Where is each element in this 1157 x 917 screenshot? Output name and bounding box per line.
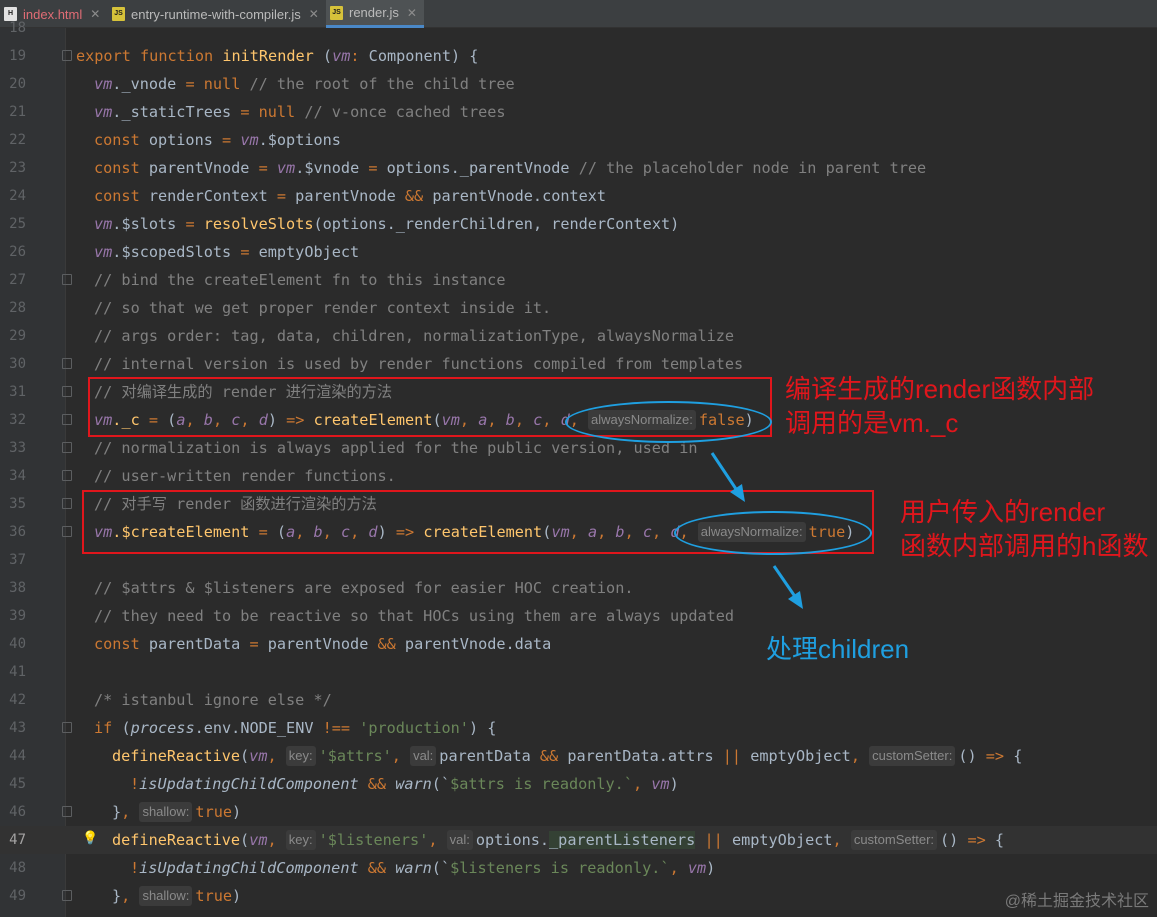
watermark: @稀土掘金技术社区 [1004, 893, 1149, 910]
arrow-line-2 [772, 565, 798, 599]
annotation-line: 编译生成的render函数内部 [785, 374, 1095, 404]
arrow-head-1 [730, 484, 745, 502]
annotation-arrows [710, 452, 803, 609]
annotation-children: 处理children [766, 634, 910, 664]
annotation-compiled-render: 编译生成的render函数内部 调用的是vm._c [785, 372, 1094, 440]
arrow-line-1 [710, 452, 740, 493]
annotation-line: 函数内部调用的h函数 [900, 531, 1149, 561]
arrow-head-2 [788, 591, 803, 609]
annotation-line: 用户传入的render [900, 497, 1106, 527]
annotation-line: 调用的是vm._c [785, 408, 959, 438]
annotation-user-render: 用户传入的render 函数内部调用的h函数 [900, 495, 1148, 563]
